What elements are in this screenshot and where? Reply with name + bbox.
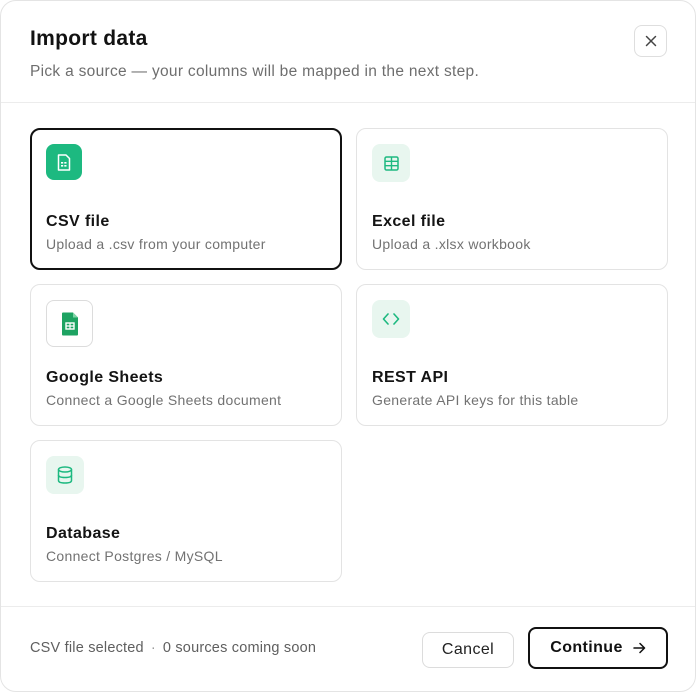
status-separator: ·	[150, 640, 156, 656]
source-card-google-sheets[interactable]: Google Sheets Connect a Google Sheets do…	[30, 284, 342, 426]
source-description: Upload a .xlsx workbook	[372, 236, 531, 252]
dialog-header: Import data Pick a source — your columns…	[1, 1, 695, 103]
source-name: Database	[46, 525, 121, 542]
continue-label: Continue	[550, 639, 623, 656]
source-name: Excel file	[372, 213, 446, 230]
source-name: Google Sheets	[46, 369, 164, 386]
source-name: REST API	[372, 369, 449, 386]
database-icon	[46, 456, 84, 494]
csv-file-icon	[46, 144, 82, 180]
code-brackets-icon	[372, 300, 410, 338]
source-card-rest-api[interactable]: REST API Generate API keys for this tabl…	[356, 284, 668, 426]
google-sheets-icon	[46, 300, 93, 347]
dialog-title: Import data	[30, 27, 148, 50]
source-description: Connect Postgres / MySQL	[46, 548, 223, 564]
source-description: Connect a Google Sheets document	[46, 392, 282, 408]
source-card-database[interactable]: Database Connect Postgres / MySQL	[30, 440, 342, 582]
dialog-subtitle: Pick a source — your columns will be map…	[30, 63, 480, 80]
arrow-right-icon	[633, 642, 646, 654]
selected-source-text: CSV file selected	[30, 640, 144, 656]
source-card-csv[interactable]: CSV file Upload a .csv from your compute…	[30, 128, 342, 270]
continue-button[interactable]: Continue	[528, 627, 668, 669]
cancel-button[interactable]: Cancel	[422, 632, 514, 668]
coming-soon-text: 0 sources coming soon	[162, 640, 317, 656]
source-description: Generate API keys for this table	[372, 392, 579, 408]
dialog-footer: CSV file selected · 0 sources coming soon …	[1, 606, 695, 691]
spreadsheet-grid-icon	[372, 144, 410, 182]
source-description: Upload a .csv from your computer	[46, 236, 266, 252]
source-card-excel[interactable]: Excel file Upload a .xlsx workbook	[356, 128, 668, 270]
source-name: CSV file	[46, 213, 110, 230]
import-data-dialog: Import data Pick a source — your columns…	[0, 0, 696, 692]
close-icon	[645, 35, 656, 47]
cancel-label: Cancel	[441, 641, 495, 658]
close-button[interactable]	[634, 25, 667, 57]
selection-status: CSV file selected · 0 sources coming soon	[30, 640, 316, 656]
